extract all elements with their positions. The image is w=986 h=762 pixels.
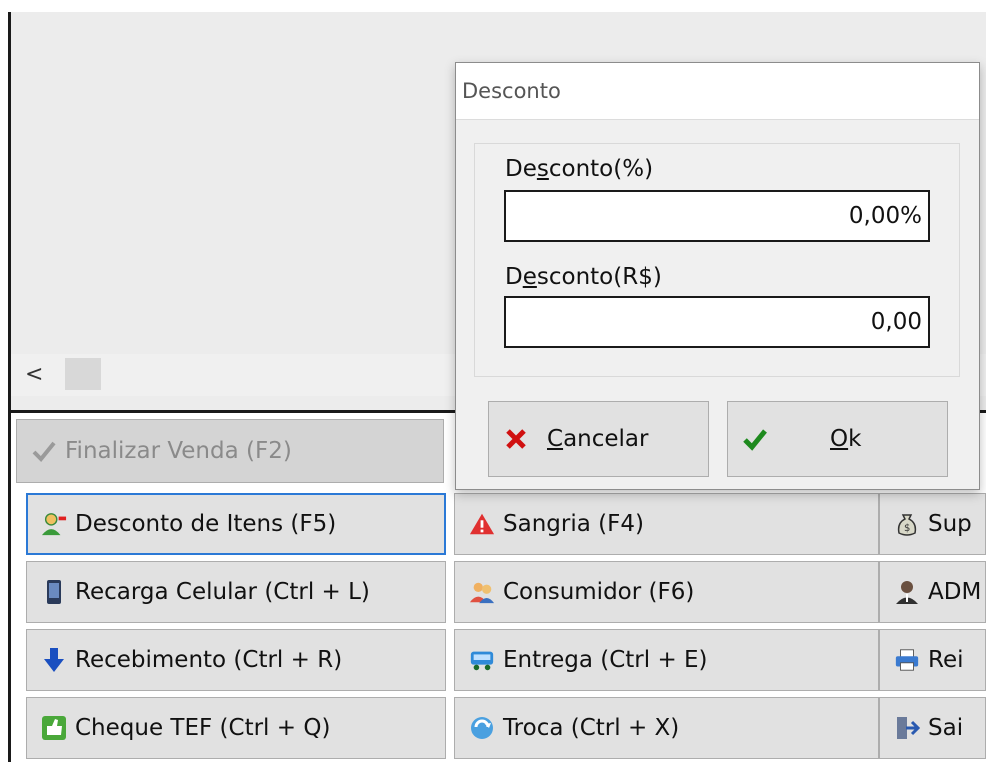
warning-icon — [469, 511, 495, 537]
desconto-amount-input[interactable] — [504, 296, 930, 348]
exchange-icon — [469, 715, 495, 741]
troca-button[interactable]: Troca (Ctrl + X) — [454, 697, 879, 759]
sangria-label: Sangria (F4) — [503, 511, 644, 537]
dialog-title: Desconto — [456, 63, 979, 120]
suprimento-button[interactable]: $ Sup — [879, 493, 986, 555]
desconto-dialog: Desconto Desconto(%) Desconto(R$) Cancel… — [455, 62, 980, 490]
cancelar-button[interactable]: Cancelar — [488, 401, 709, 477]
svg-text:$: $ — [904, 523, 910, 534]
admin-user-icon — [894, 579, 920, 605]
top-strip — [0, 0, 986, 12]
users-icon — [469, 579, 495, 605]
delivery-truck-icon — [469, 647, 495, 673]
sair-label: Sai — [928, 715, 964, 741]
scroll-left-arrow[interactable]: < — [25, 362, 43, 387]
desconto-percent-input[interactable] — [504, 190, 930, 242]
cheque-tef-label: Cheque TEF (Ctrl + Q) — [75, 715, 331, 741]
sangria-button[interactable]: Sangria (F4) — [454, 493, 879, 555]
ok-label: Ok — [830, 426, 862, 452]
user-discount-icon — [41, 511, 67, 537]
arrow-down-icon — [41, 647, 67, 673]
printer-icon — [894, 647, 920, 673]
consumidor-label: Consumidor (F6) — [503, 579, 695, 605]
cheque-tef-button[interactable]: Cheque TEF (Ctrl + Q) — [26, 697, 446, 759]
entrega-label: Entrega (Ctrl + E) — [503, 647, 708, 673]
reimprimir-button[interactable]: Rei — [879, 629, 986, 691]
close-icon — [503, 426, 529, 452]
mobile-phone-icon — [41, 579, 67, 605]
desconto-itens-button[interactable]: Desconto de Itens (F5) — [26, 493, 446, 555]
recarga-celular-label: Recarga Celular (Ctrl + L) — [75, 579, 370, 605]
desconto-itens-label: Desconto de Itens (F5) — [75, 511, 337, 537]
desconto-group-box: Desconto(%) Desconto(R$) — [474, 143, 960, 377]
checkmark-icon — [742, 426, 768, 452]
suprimento-label: Sup — [928, 511, 972, 537]
checkmark-icon — [31, 438, 57, 464]
money-bag-icon: $ — [894, 511, 920, 537]
recebimento-button[interactable]: Recebimento (Ctrl + R) — [26, 629, 446, 691]
finalizar-venda-button[interactable]: Finalizar Venda (F2) — [16, 419, 444, 483]
adm-button[interactable]: ADM — [879, 561, 986, 623]
desconto-amount-label: Desconto(R$) — [505, 264, 662, 290]
desconto-percent-label: Desconto(%) — [505, 156, 654, 182]
reimprimir-label: Rei — [928, 647, 964, 673]
entrega-button[interactable]: Entrega (Ctrl + E) — [454, 629, 879, 691]
adm-label: ADM — [928, 579, 982, 605]
recebimento-label: Recebimento (Ctrl + R) — [75, 647, 343, 673]
cancelar-label: Cancelar — [547, 426, 649, 452]
troca-label: Troca (Ctrl + X) — [503, 715, 680, 741]
ok-button[interactable]: Ok — [727, 401, 948, 477]
recarga-celular-button[interactable]: Recarga Celular (Ctrl + L) — [26, 561, 446, 623]
consumidor-button[interactable]: Consumidor (F6) — [454, 561, 879, 623]
exit-door-icon — [894, 715, 920, 741]
cheque-tef-icon — [41, 715, 67, 741]
scroll-thumb[interactable] — [65, 358, 101, 390]
sair-button[interactable]: Sai — [879, 697, 986, 759]
finalizar-venda-label: Finalizar Venda (F2) — [65, 438, 292, 464]
